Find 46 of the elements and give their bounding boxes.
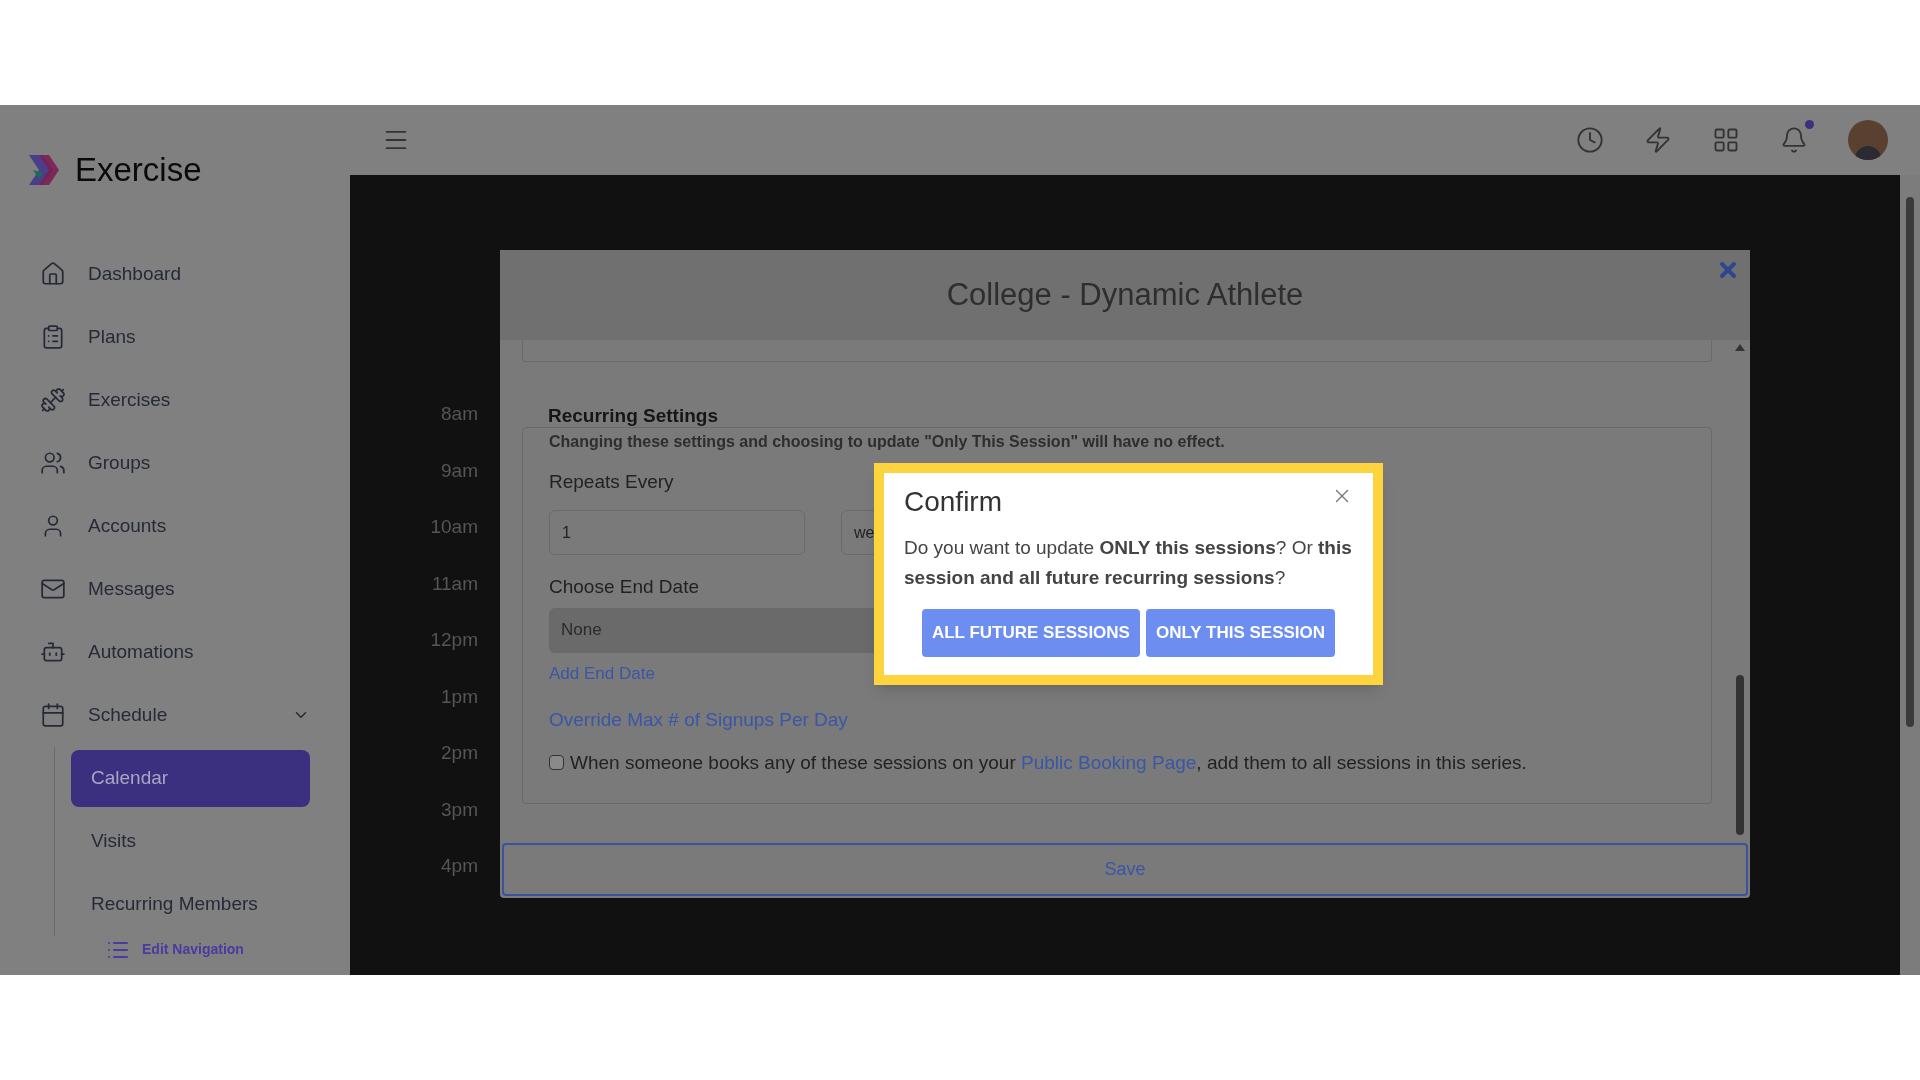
envelope-icon bbox=[40, 576, 66, 602]
calendar-icon bbox=[40, 702, 66, 728]
edit-navigation-link[interactable]: Edit Navigation bbox=[106, 937, 310, 962]
sidebar-item[interactable]: Plans bbox=[40, 305, 310, 369]
modal-title: College - Dynamic Athlete bbox=[946, 275, 1304, 314]
sidebar-item[interactable]: Schedule bbox=[40, 683, 310, 747]
dialog-button[interactable]: ONLY THIS SESSION bbox=[1145, 609, 1336, 657]
clipboard-icon bbox=[40, 324, 66, 350]
time-label: 1pm bbox=[440, 684, 478, 709]
input-field[interactable]: 1 bbox=[549, 510, 805, 555]
dialog-title: Confirm bbox=[904, 485, 1002, 519]
checkbox-label: When someone books any of these sessions on your Public Booking Page, add them to all sessions in this series. bbox=[570, 750, 1527, 775]
submenu-item[interactable]: Calendar bbox=[71, 749, 310, 807]
sidebar-item[interactable]: Automations bbox=[40, 620, 310, 684]
brand-name: Exercise bbox=[75, 150, 202, 190]
avatar[interactable] bbox=[1848, 120, 1888, 160]
people-icon bbox=[40, 450, 66, 476]
sidebar-item[interactable]: Exercises bbox=[40, 368, 310, 432]
clock-icon[interactable] bbox=[1576, 126, 1604, 154]
lightning-icon[interactable] bbox=[1644, 126, 1672, 154]
dialog-button[interactable]: ALL FUTURE SESSIONS bbox=[921, 609, 1140, 657]
submenu-item[interactable]: Visits bbox=[71, 812, 310, 870]
home-icon bbox=[40, 261, 66, 287]
time-label: 3pm bbox=[440, 797, 478, 822]
time-label: 12pm bbox=[429, 628, 478, 652]
sidebar-item[interactable]: Accounts bbox=[40, 494, 310, 558]
time-label: 4pm bbox=[440, 854, 478, 878]
submenu-item[interactable]: Recurring Members bbox=[71, 875, 310, 933]
field-label: Repeats Every bbox=[549, 469, 674, 494]
field-label: Choose End Date bbox=[549, 575, 699, 599]
dialog-message: Do you want to update ONLY this sessions? Or this session and all future recurring sessions? bbox=[904, 536, 1353, 590]
checkbox[interactable] bbox=[549, 755, 564, 771]
sidebar-item[interactable]: Groups bbox=[40, 431, 310, 495]
time-label: 9am bbox=[440, 458, 478, 483]
sidebar-item[interactable]: Dashboard bbox=[40, 242, 310, 306]
time-label: 11am bbox=[430, 571, 478, 596]
sidebar-item[interactable]: Messages bbox=[40, 557, 310, 621]
dumbbell-icon bbox=[40, 387, 66, 413]
section-note: Changing these settings and choosing to update "Only This Session" will have no effect. bbox=[549, 431, 1226, 452]
grid-icon[interactable] bbox=[1712, 126, 1740, 154]
time-label: 10am bbox=[429, 515, 478, 539]
robot-icon bbox=[40, 639, 66, 665]
time-label: 8am bbox=[440, 402, 478, 426]
time-label: 2pm bbox=[440, 741, 478, 765]
section-heading: Recurring Settings bbox=[548, 404, 719, 428]
bell-icon[interactable] bbox=[1780, 126, 1808, 154]
